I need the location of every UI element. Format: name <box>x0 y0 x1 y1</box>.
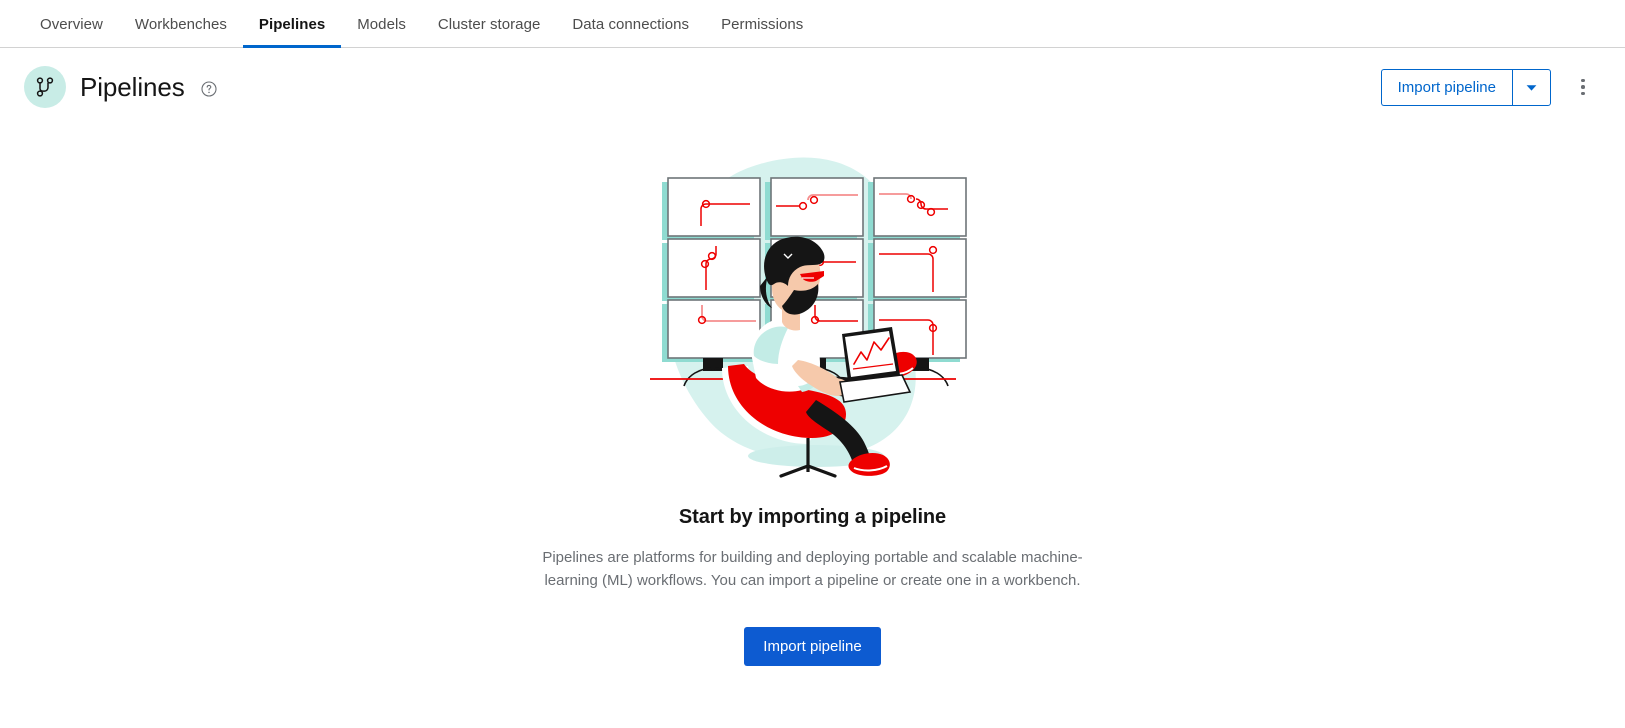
caret-down-icon <box>1526 80 1537 95</box>
page-title: Pipelines <box>80 72 185 102</box>
tab-workbenches[interactable]: Workbenches <box>119 0 243 48</box>
kebab-vertical-icon[interactable] <box>1565 69 1601 105</box>
tab-label: Models <box>357 15 406 33</box>
tab-label: Pipelines <box>258 15 326 33</box>
tab-label: Data connections <box>572 15 690 33</box>
empty-state-description: Pipelines are platforms for building and… <box>542 549 1083 589</box>
pipeline-branch-icon <box>24 66 66 108</box>
empty-state-title: Start by importing a pipeline <box>678 506 947 528</box>
kebab-dot <box>1581 91 1585 96</box>
tab-label: Permissions <box>721 15 804 33</box>
tab-data-connections[interactable]: Data connections <box>556 0 705 48</box>
person-at-monitors-illustration <box>648 150 978 480</box>
kebab-dot <box>1581 85 1585 89</box>
import-pipeline-dropdown-toggle[interactable] <box>1512 68 1551 106</box>
tab-label: Overview <box>40 15 103 33</box>
tab-label: Cluster storage <box>437 15 541 33</box>
primary-tab-bar: Overview Workbenches Pipelines Models Cl… <box>0 0 1625 48</box>
tab-cluster-storage[interactable]: Cluster storage <box>422 0 556 48</box>
question-circle-icon[interactable] <box>201 80 217 97</box>
tab-pipelines[interactable]: Pipelines <box>242 0 342 48</box>
page-title-group: Pipelines <box>24 66 1381 108</box>
tab-label: Workbenches <box>134 15 227 33</box>
tab-permissions[interactable]: Permissions <box>705 0 819 48</box>
kebab-dot <box>1581 78 1585 83</box>
tab-overview[interactable]: Overview <box>24 0 119 48</box>
page-header: Pipelines Import pipeline <box>0 48 1625 124</box>
tab-models[interactable]: Models <box>341 0 422 48</box>
empty-state: Start by importing a pipeline Pipelines … <box>0 124 1625 666</box>
import-pipeline-button[interactable]: Import pipeline <box>1380 68 1512 106</box>
import-pipeline-split-button: Import pipeline <box>1380 68 1551 106</box>
import-pipeline-primary-button[interactable]: Import pipeline <box>744 626 881 666</box>
header-actions: Import pipeline <box>1380 68 1601 106</box>
